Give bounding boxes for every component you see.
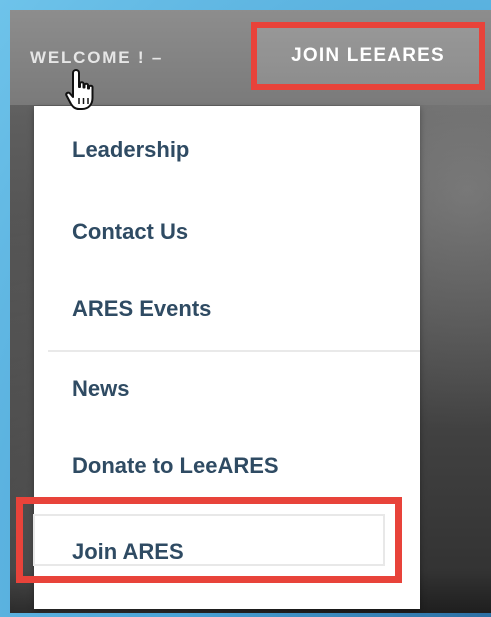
menu-item-contact-us[interactable]: Contact Us (34, 194, 420, 270)
menu-item-label: Contact Us (72, 219, 189, 244)
menu-item-label: Leadership (72, 137, 190, 162)
nav-join-leeares-label: JOIN LEEARES (291, 45, 445, 66)
screenshot-frame: WELCOME ! – JOIN LEEARES Leadership Cont… (0, 0, 491, 617)
welcome-dropdown-menu: Leadership Contact Us ARES Events News D… (34, 106, 420, 609)
nav-welcome-menu[interactable]: WELCOME ! – (30, 48, 163, 68)
website-view: WELCOME ! – JOIN LEEARES Leadership Cont… (10, 10, 491, 613)
menu-item-donate[interactable]: Donate to LeeARES (34, 426, 420, 506)
nav-join-leeares-button[interactable]: JOIN LEEARES (251, 22, 485, 90)
menu-item-news[interactable]: News (34, 352, 420, 426)
hand-pointer-icon (65, 69, 94, 110)
menu-item-leadership[interactable]: Leadership (34, 106, 420, 194)
menu-item-label: News (72, 376, 130, 401)
menu-item-join-ares[interactable]: Join ARES (34, 514, 420, 590)
menu-item-label: Donate to LeeARES (72, 453, 279, 478)
menu-item-label: ARES Events (72, 296, 212, 321)
menu-item-label: Join ARES (72, 539, 184, 564)
menu-item-ares-events[interactable]: ARES Events (34, 270, 420, 348)
